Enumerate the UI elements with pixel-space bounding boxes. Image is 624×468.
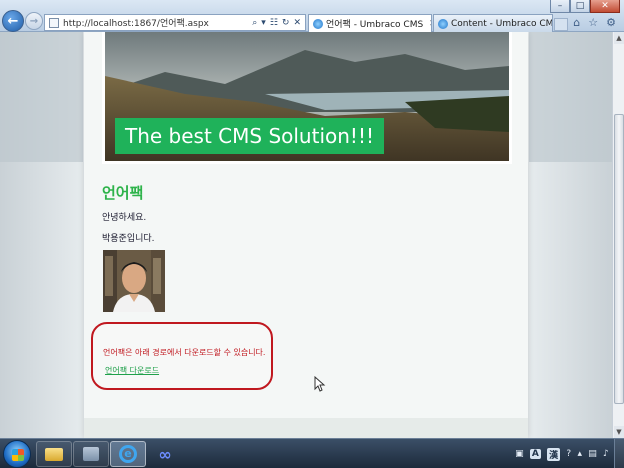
forward-button[interactable]: →	[25, 12, 43, 30]
scroll-thumb[interactable]	[614, 114, 624, 404]
refresh-icon[interactable]: ↻	[282, 18, 290, 28]
language-bar-icon[interactable]: ▣	[515, 449, 524, 459]
mouse-cursor-icon	[314, 376, 326, 392]
tab-language-pack[interactable]: 언어팩 - Umbraco CMS ✕	[308, 14, 432, 32]
gear-icon[interactable]: ⚙	[606, 16, 616, 29]
author-photo	[103, 250, 165, 312]
ie-favicon-icon	[313, 18, 323, 29]
system-tray: ▣ A 漢 ? ▴ ▤ ♪	[512, 439, 624, 468]
browser-chrome: – □ ✕ ← → http://localhost:1867/언어팩.aspx…	[0, 0, 624, 32]
dropdown-icon[interactable]: ▾	[261, 18, 266, 28]
address-bar[interactable]: http://localhost:1867/언어팩.aspx ⌕ ▾ ☷ ↻ ✕	[44, 14, 306, 31]
taskbar-explorer-button[interactable]	[36, 441, 72, 467]
notice-box: 언어팩은 아래 경로에서 다운로드할 수 있습니다. 언어팩 다운로드	[91, 322, 273, 390]
tab-label: 언어팩 - Umbraco CMS	[326, 20, 424, 30]
page-footer	[84, 418, 528, 438]
author-text: 박용준입니다.	[102, 234, 155, 244]
greeting-text: 안녕하세요.	[102, 213, 147, 223]
close-button[interactable]: ✕	[590, 0, 620, 13]
tray-expand-icon[interactable]: ▴	[577, 449, 582, 459]
windows-logo-icon	[12, 449, 24, 461]
close-tab-icon[interactable]: ✕	[429, 19, 431, 29]
new-tab-button[interactable]	[554, 18, 568, 31]
page-title: 언어팩	[102, 184, 144, 202]
back-button[interactable]: ←	[2, 10, 24, 32]
vertical-scrollbar[interactable]: ▲ ▼	[612, 32, 624, 438]
taskbar-files-button[interactable]	[73, 441, 109, 467]
show-desktop-button[interactable]	[614, 439, 624, 468]
scroll-up-icon[interactable]: ▲	[614, 32, 624, 44]
volume-icon[interactable]: ♪	[603, 449, 609, 459]
page-icon	[49, 17, 59, 28]
page-viewport: The best CMS Solution!!! 언어팩 안녕하세요. 박용준입…	[0, 32, 612, 438]
compatibility-icon[interactable]: ☷	[270, 18, 278, 28]
download-link[interactable]: 언어팩 다운로드	[105, 365, 159, 376]
start-button[interactable]	[3, 440, 31, 468]
window-controls: – □ ✕	[550, 0, 620, 13]
favorites-star-icon[interactable]: ☆	[588, 16, 598, 29]
page-content: The best CMS Solution!!! 언어팩 안녕하세요. 박용준입…	[84, 32, 528, 438]
address-url[interactable]: http://localhost:1867/언어팩.aspx	[63, 16, 252, 29]
background-band	[0, 32, 83, 162]
stop-icon[interactable]: ✕	[293, 18, 301, 28]
taskbar-ie-button[interactable]: e	[110, 441, 146, 467]
background-band	[529, 32, 612, 162]
taskbar: e ∞ ▣ A 漢 ? ▴ ▤ ♪	[0, 438, 624, 468]
notice-text: 언어팩은 아래 경로에서 다운로드할 수 있습니다.	[103, 348, 266, 357]
internet-explorer-icon: e	[119, 445, 137, 463]
banner-caption: The best CMS Solution!!!	[115, 118, 384, 154]
home-icon[interactable]: ⌂	[573, 16, 580, 29]
arrow-left-icon: ←	[7, 13, 19, 29]
ime-mode-indicator[interactable]: A	[529, 449, 541, 459]
taskbar-app-button[interactable]: ∞	[147, 441, 183, 467]
minimize-button[interactable]: –	[550, 0, 570, 13]
network-icon[interactable]: ▤	[588, 449, 597, 459]
ime-language-indicator[interactable]: 漢	[547, 447, 561, 461]
infinity-app-icon: ∞	[158, 444, 172, 464]
files-icon	[83, 447, 99, 461]
ie-favicon-icon	[438, 18, 448, 29]
tab-label: Content - Umbraco CMS - lo...	[451, 18, 553, 29]
person-photo-image	[103, 250, 165, 312]
help-icon[interactable]: ?	[566, 449, 571, 459]
tab-content[interactable]: Content - Umbraco CMS - lo...	[433, 14, 553, 32]
banner-image: The best CMS Solution!!!	[102, 32, 512, 164]
folder-icon	[45, 447, 63, 461]
arrow-right-icon: →	[29, 15, 39, 27]
scroll-down-icon[interactable]: ▼	[614, 426, 624, 438]
search-icon[interactable]: ⌕	[252, 18, 257, 28]
maximize-button[interactable]: □	[570, 0, 590, 13]
